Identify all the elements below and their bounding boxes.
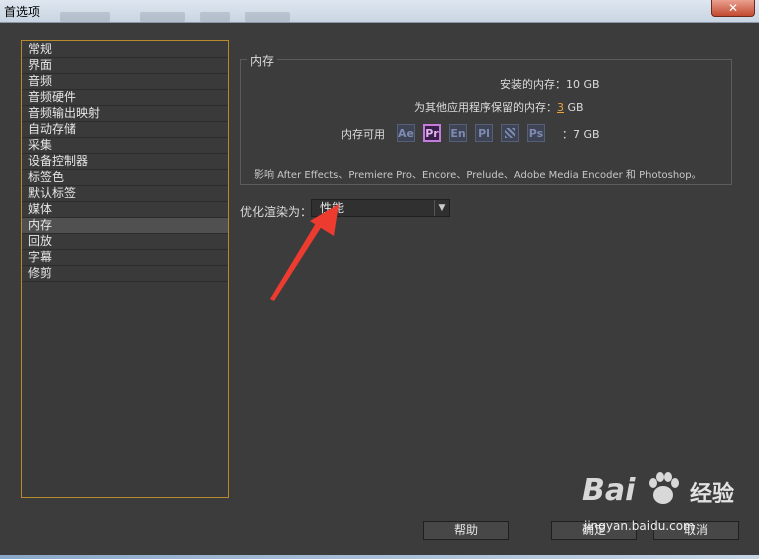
title-bar[interactable]: 首选项 ✕ [0, 0, 759, 23]
window-title: 首选项 [4, 5, 41, 19]
close-button[interactable]: ✕ [711, 0, 755, 17]
background-blur [60, 12, 110, 22]
watermark-logo: Bai [582, 473, 636, 508]
watermark-url: jingyan.baidu.com [584, 519, 695, 533]
background-blur [200, 12, 230, 22]
baidu-watermark: Bai 经验 jingyan.baidu.com [582, 467, 752, 537]
arrow-shaft [270, 223, 322, 301]
background-blur [245, 12, 290, 22]
watermark-brand: 经验 [690, 482, 735, 507]
help-button[interactable]: 帮助 [423, 521, 509, 540]
background-blur [140, 12, 185, 22]
taskbar-edge [0, 555, 759, 559]
paw-icon [649, 472, 679, 504]
